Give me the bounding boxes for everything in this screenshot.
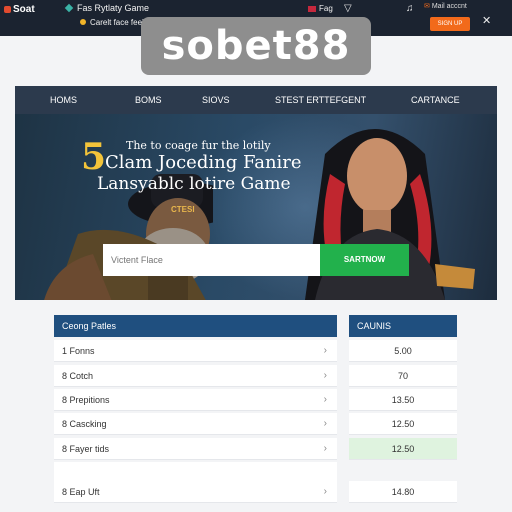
table-row[interactable]: 8 Eap Uft › (54, 481, 337, 503)
table-row[interactable]: 8 Prepitions › (54, 389, 337, 411)
bell-icon[interactable]: ♫ (406, 3, 414, 14)
nav-item-entertainment[interactable]: STEST ERTTEFGENT (275, 86, 366, 114)
table-row[interactable]: 8 Fayer tids › (54, 438, 337, 460)
value-cell: 14.80 (349, 481, 457, 503)
hero-title-line-2: Lansyablc lotire Game (97, 174, 291, 194)
value-cell: 13.50 (349, 389, 457, 411)
logo-icon (4, 5, 11, 13)
start-now-button[interactable]: SARTNOW (320, 244, 409, 276)
value-cell: 5.00 (349, 340, 457, 362)
row-label: 8 Fayer tids (62, 444, 110, 454)
flag-icon (308, 5, 316, 12)
filter-icon[interactable]: ▽ (344, 3, 352, 14)
account-link[interactable]: ✉ Mail acccnt (424, 2, 467, 10)
promo-line-1[interactable]: Fas Rytlaty Game (64, 3, 149, 13)
chevron-right-icon: › (323, 370, 327, 381)
close-icon[interactable]: ✕ (482, 14, 491, 27)
signup-button[interactable]: SIGN UP (430, 17, 470, 31)
hero-search-input[interactable] (103, 244, 321, 276)
hero-banner: 5 The to coage fur the lotily Clam Joced… (15, 114, 497, 300)
language-selector[interactable]: Fag (308, 4, 333, 13)
nav-item-bonus[interactable]: BOMS (135, 86, 162, 114)
hero-subtitle: The to coage fur the lotily (126, 139, 271, 152)
site-logo[interactable]: Soat (4, 4, 35, 15)
hero-small-text: CTESI (171, 205, 195, 214)
mail-icon: ✉ (424, 3, 430, 10)
table-row[interactable]: 1 Fonns › (54, 340, 337, 362)
row-label: 1 Fonns (62, 346, 95, 356)
table-row[interactable]: 8 Cotch › (54, 365, 337, 387)
row-label: 8 Cascking (62, 419, 107, 429)
hero-title-line-1: Clam Joceding Fanire (105, 152, 302, 173)
chevron-right-icon: › (323, 486, 327, 497)
brand-watermark: sobet88 (141, 17, 371, 75)
chevron-right-icon: › (323, 345, 327, 356)
nav-item-slots[interactable]: SIOVS (202, 86, 230, 114)
value-cell-highlighted: 12.50 (349, 438, 457, 460)
row-label: 8 Cotch (62, 371, 94, 381)
value-cell: 12.50 (349, 413, 457, 435)
chevron-right-icon: › (323, 394, 327, 405)
table-row[interactable]: 8 Cascking › (54, 413, 337, 435)
value-cell: 70 (349, 365, 457, 387)
row-label: 8 Prepitions (62, 395, 110, 405)
coin-icon (80, 19, 86, 25)
hero-number: 5 (81, 136, 107, 178)
main-nav: HOMS BOMS SIOVS STEST ERTTEFGENT CARTANC… (15, 86, 497, 114)
sparkle-icon (64, 3, 74, 13)
left-table-header: Ceong Patles (54, 315, 337, 337)
logo-text: Soat (13, 4, 35, 15)
right-table-header: CAUNIS (349, 315, 457, 337)
row-label: 8 Eap Uft (62, 487, 100, 497)
chevron-right-icon: › (323, 418, 327, 429)
nav-item-contact[interactable]: CARTANCE (411, 86, 460, 114)
chevron-right-icon: › (323, 443, 327, 454)
nav-item-home[interactable]: HOMS (50, 86, 77, 114)
